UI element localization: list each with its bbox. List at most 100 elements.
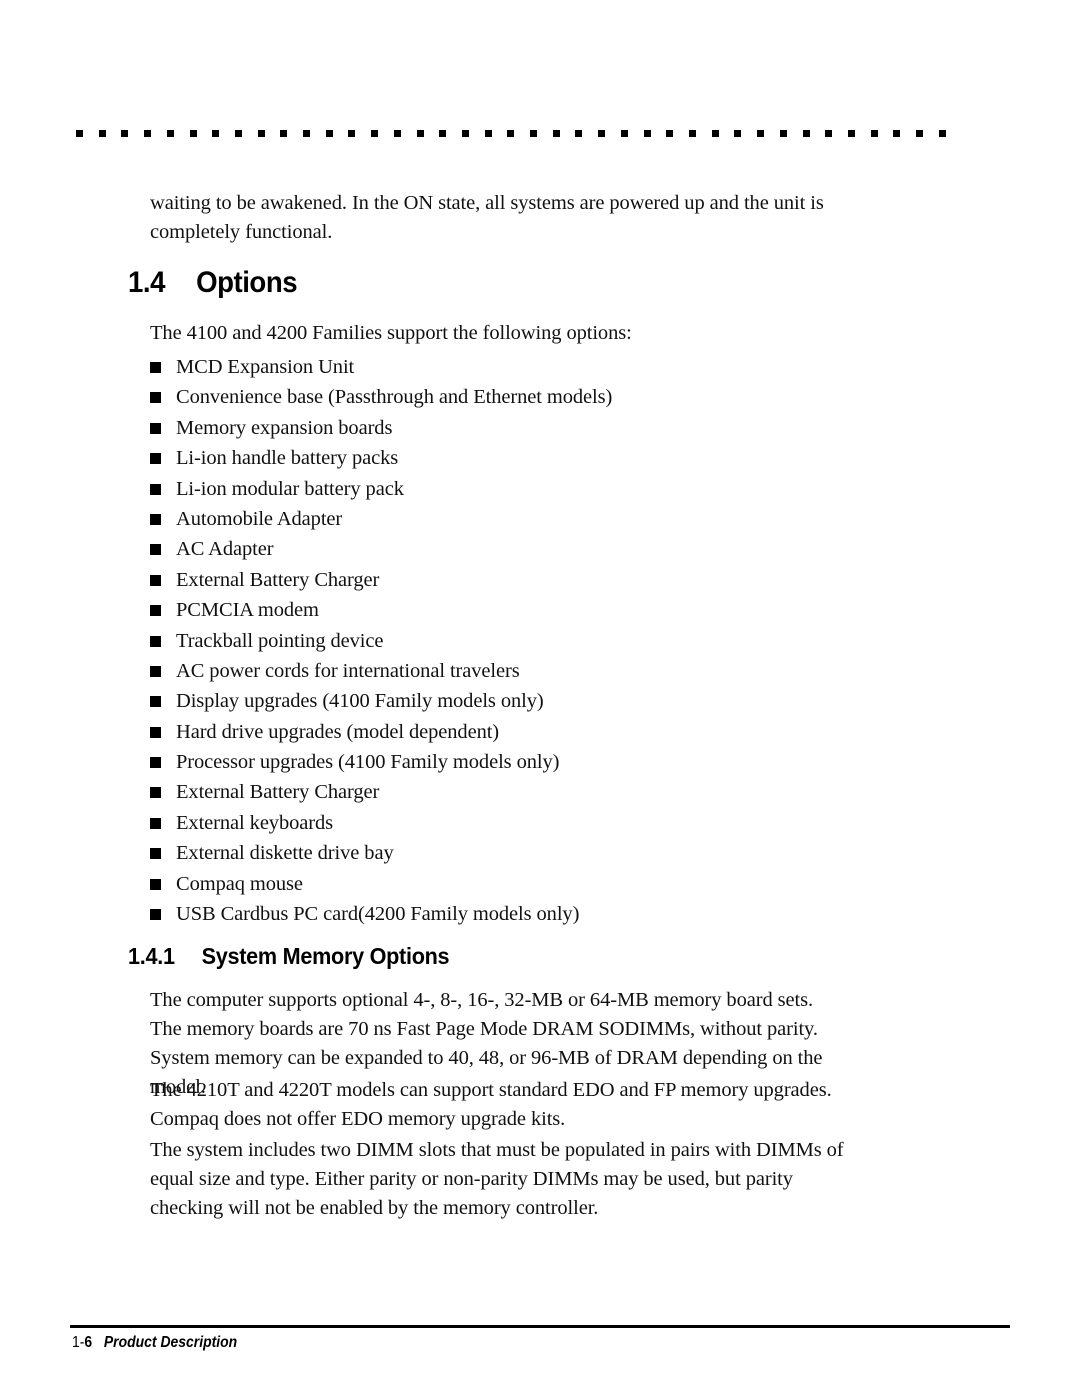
dotted-rule-icon (76, 128, 946, 138)
rule-dot (530, 129, 538, 137)
rule-dot (666, 129, 674, 137)
rule-dot (166, 129, 174, 137)
list-item-label: AC power cords for international travele… (176, 659, 520, 682)
bullet-square-icon (150, 453, 161, 465)
section-title: Options (196, 266, 298, 299)
bullet-square-icon (150, 483, 161, 495)
bullet-square-icon (150, 362, 161, 373)
list-item: USB Cardbus PC card(4200 Family models o… (150, 902, 950, 932)
list-item-label: Memory expansion boards (176, 416, 393, 439)
list-item: Display upgrades (4100 Family models onl… (150, 689, 950, 719)
list-item: AC Adapter (150, 537, 950, 567)
bullet-square-icon (150, 513, 161, 525)
list-item-label: Automobile Adapter (176, 507, 343, 530)
list-item: Convenience base (Passthrough and Ethern… (150, 385, 950, 415)
rule-dot (234, 129, 242, 137)
rule-dot (280, 129, 288, 137)
list-item: Hard drive upgrades (model dependent) (150, 720, 950, 750)
list-item: MCD Expansion Unit (150, 355, 950, 385)
section-number: 1.4 (128, 266, 166, 299)
bullet-square-icon (150, 848, 161, 860)
options-list: MCD Expansion Unit Convenience base (Pass… (150, 355, 950, 932)
list-item-label: Display upgrades (4100 Family models onl… (176, 690, 544, 713)
list-item-label: External diskette drive bay (176, 842, 394, 865)
rule-dot (916, 129, 924, 137)
rule-dot (802, 129, 810, 137)
rule-dot (552, 129, 560, 137)
rule-dot (303, 129, 311, 137)
list-item: Trackball pointing device (150, 629, 950, 659)
rule-dot (779, 129, 787, 137)
memory-paragraph-3: The system includes two DIMM slots that … (150, 1139, 844, 1219)
list-item-label: Hard drive upgrades (model dependent) (176, 720, 500, 743)
rule-dot (439, 129, 447, 137)
document-page: waiting to be awakened. In the ON state,… (0, 0, 1080, 1397)
list-item-label: PCMCIA modem (176, 599, 319, 622)
rule-dot (711, 129, 719, 137)
bullet-square-icon (150, 878, 161, 890)
memory-paragraph-2: The 4210T and 4220T models can support s… (150, 1079, 832, 1130)
list-item-label: Li-ion handle battery packs (176, 447, 399, 470)
bullet-square-icon (150, 392, 161, 404)
rule-dot (121, 129, 129, 137)
section-lead-in: The 4100 and 4200 Families support the f… (150, 322, 632, 344)
rule-dot (189, 129, 197, 137)
list-item: Processor upgrades (4100 Family models o… (150, 750, 950, 780)
rule-dot (393, 129, 401, 137)
rule-dot (893, 129, 901, 137)
rule-dot (416, 129, 424, 137)
list-item-label: MCD Expansion Unit (176, 356, 355, 378)
list-item-label: External Battery Charger (176, 568, 380, 591)
list-item-label: Li-ion modular battery pack (176, 477, 404, 500)
rule-dot (847, 129, 855, 137)
rule-dot (688, 129, 696, 137)
list-item-label: AC Adapter (176, 538, 274, 561)
list-item: Li-ion handle battery packs (150, 446, 950, 476)
bullet-square-icon (150, 544, 161, 556)
bullet-square-icon (150, 696, 161, 708)
bullet-square-icon (150, 757, 161, 769)
subsection-number: 1.4.1 (128, 943, 175, 969)
list-item: External diskette drive bay (150, 841, 950, 871)
bullet-square-icon (150, 422, 161, 434)
list-item: Li-ion modular battery pack (150, 477, 950, 507)
rule-dot (325, 129, 333, 137)
rule-dot (461, 129, 469, 137)
subsection-heading: 1.4.1 System Memory Options (128, 943, 450, 970)
footer-divider (70, 1325, 1010, 1328)
intro-paragraph: waiting to be awakened. In the ON state,… (150, 192, 824, 243)
rule-dot (76, 129, 83, 137)
list-item: Compaq mouse (150, 872, 950, 902)
rule-dot (348, 129, 356, 137)
bullet-square-icon (150, 574, 161, 586)
bullet-square-icon (150, 787, 161, 799)
subsection-title: System Memory Options (201, 943, 450, 969)
list-item: External Battery Charger (150, 568, 950, 598)
list-item-label: Compaq mouse (176, 872, 303, 895)
footer: 1- 6 Product Description (72, 1334, 237, 1352)
bullet-square-icon (150, 817, 161, 829)
list-item-label: Trackball pointing device (176, 629, 384, 652)
rule-dot (870, 129, 878, 137)
bullet-square-icon (150, 726, 161, 738)
rule-dot (757, 129, 765, 137)
list-item: AC power cords for international travele… (150, 659, 950, 689)
rule-dot (98, 129, 106, 137)
rule-dot (507, 129, 515, 137)
rule-dot (212, 129, 220, 137)
list-item: PCMCIA modem (150, 598, 950, 628)
list-item-label: Convenience base (Passthrough and Ethern… (176, 386, 613, 409)
bullet-square-icon (150, 909, 161, 921)
rule-dot (938, 129, 946, 137)
rule-dot (620, 129, 628, 137)
list-item-label: External Battery Charger (176, 781, 380, 804)
rule-dot (371, 129, 379, 137)
rule-dot (643, 129, 651, 137)
rule-dot (575, 129, 583, 137)
footer-page-number: 6 (84, 1334, 93, 1351)
list-item-label: USB Cardbus PC card(4200 Family models o… (176, 903, 580, 926)
rule-dot (734, 129, 742, 137)
list-item: Automobile Adapter (150, 507, 950, 537)
rule-dot (144, 129, 152, 137)
list-item-label: Processor upgrades (4100 Family models o… (176, 751, 560, 774)
